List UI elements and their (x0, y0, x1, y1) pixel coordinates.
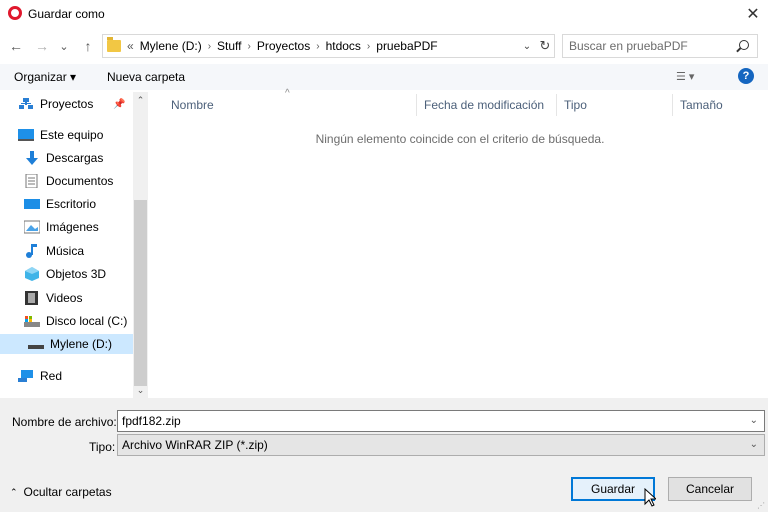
sidebar-item-disco-local[interactable]: Disco local (C:) (24, 311, 127, 331)
column-divider[interactable] (556, 94, 557, 116)
up-arrow-icon: ↑ (84, 38, 92, 54)
view-options-icon[interactable]: ☰ ▾ (676, 70, 694, 83)
network-folder-icon (18, 97, 34, 111)
objects3d-icon (24, 267, 40, 281)
sidebar-item-label: Escritorio (46, 197, 97, 211)
scroll-down-icon[interactable]: ⌄ (133, 385, 148, 396)
sidebar-item-label: Música (46, 244, 85, 258)
file-type-select[interactable]: Archivo WinRAR ZIP (*.zip) ⌄ (117, 434, 765, 456)
scroll-up-icon[interactable]: ⌃ (133, 95, 148, 106)
file-type-value: Archivo WinRAR ZIP (*.zip) (122, 438, 268, 452)
filename-input[interactable] (118, 414, 718, 428)
downloads-icon (24, 151, 40, 165)
chevron-right-icon: › (207, 40, 212, 52)
chevron-up-icon: ⌃ (10, 486, 18, 497)
hide-folders-label: Ocultar carpetas (23, 485, 112, 499)
empty-message: Ningún elemento coincide con el criterio… (315, 132, 605, 146)
column-tamano[interactable]: Tamaño (680, 96, 723, 114)
chevron-down-icon[interactable]: ⌄ (750, 439, 758, 450)
back-button[interactable]: ← (6, 36, 26, 56)
hide-folders-toggle[interactable]: ⌃ Ocultar carpetas (10, 485, 112, 499)
sidebar-item-label: Disco local (C:) (46, 314, 128, 328)
drive-icon (28, 337, 44, 351)
chevron-right-icon: › (316, 40, 320, 52)
sidebar-item-label: Objetos 3D (46, 267, 107, 281)
column-divider[interactable] (672, 94, 673, 116)
sidebar-item-imagenes[interactable]: Imágenes (23, 217, 99, 237)
sidebar-item-musica[interactable]: Música (24, 241, 84, 261)
network-icon (18, 369, 34, 383)
breadcrumb-proyectos[interactable]: Proyectos (257, 39, 310, 53)
refresh-icon[interactable]: ↻ (536, 38, 554, 54)
filename-field[interactable]: ⌄ (117, 410, 765, 432)
breadcrumb-overflow[interactable]: « (127, 39, 134, 53)
sidebar-item-label: Videos (46, 291, 83, 305)
breadcrumb-drive[interactable]: Mylene (D:) (140, 39, 202, 53)
local-disk-icon (24, 314, 40, 328)
sidebar-item-documentos[interactable]: Documentos (24, 171, 113, 191)
sidebar-item-red[interactable]: Red (18, 366, 62, 386)
new-folder-button[interactable]: Nueva carpeta (107, 70, 185, 84)
chevron-right-icon: › (366, 40, 371, 52)
sort-up-icon: ^ (285, 88, 290, 99)
search-icon[interactable] (739, 40, 749, 50)
chevron-right-icon: › (247, 40, 251, 52)
opera-icon (8, 6, 22, 20)
address-controls: ⌄ ↻ (518, 35, 554, 57)
organize-button[interactable]: Organizar ▾ (14, 70, 76, 84)
recent-locations-button[interactable]: ⌄ (56, 36, 72, 56)
close-icon: ✕ (746, 6, 760, 23)
address-bar[interactable]: « Mylene (D:) › Stuff › Proyectos › htdo… (102, 34, 555, 58)
address-dropdown-icon[interactable]: ⌄ (518, 41, 536, 52)
type-label: Tipo: (89, 440, 116, 454)
help-icon[interactable]: ? (738, 68, 754, 84)
column-divider[interactable] (416, 94, 417, 116)
computer-icon (18, 128, 34, 142)
folder-icon (107, 37, 121, 52)
chevron-down-icon[interactable]: ⌄ (750, 415, 758, 426)
column-fecha[interactable]: Fecha de modificación (424, 96, 544, 114)
chevron-down-icon: ⌄ (59, 40, 69, 53)
close-button[interactable]: ✕ (738, 0, 768, 28)
sidebar-item-label: Descargas (46, 151, 104, 165)
sidebar-item-proyectos[interactable]: Proyectos 📌 (18, 94, 126, 114)
sidebar-item-label: Mylene (D:) (50, 337, 113, 351)
column-tipo[interactable]: Tipo (564, 96, 587, 114)
mouse-cursor-icon (644, 488, 656, 507)
sidebar-scroll-thumb[interactable] (134, 200, 147, 386)
pin-icon: 📌 (113, 98, 126, 110)
sidebar-item-escritorio[interactable]: Escritorio (24, 194, 96, 214)
music-icon (24, 244, 40, 258)
desktop-icon (24, 197, 40, 211)
breadcrumb-stuff[interactable]: Stuff (217, 39, 241, 53)
filename-label: Nombre de archivo: (12, 415, 117, 429)
column-nombre[interactable]: Nombre (171, 96, 214, 114)
sidebar-item-videos[interactable]: Videos (24, 288, 82, 308)
resize-grip-icon[interactable]: ⋰ (757, 501, 765, 510)
cancel-button[interactable]: Cancelar (668, 477, 752, 501)
title-bar (0, 0, 768, 28)
window-title: Guardar como (28, 7, 105, 21)
sidebar-item-mylene[interactable]: Mylene (D:) (0, 334, 133, 354)
sidebar-item-objetos-3d[interactable]: Objetos 3D (24, 264, 106, 284)
sidebar-item-descargas[interactable]: Descargas (24, 148, 103, 168)
sidebar-item-label: Documentos (46, 174, 114, 188)
forward-button[interactable]: → (32, 36, 52, 56)
pictures-icon (23, 220, 41, 234)
search-input[interactable] (563, 39, 723, 53)
breadcrumb-pruebapdf[interactable]: pruebaPDF (376, 39, 437, 53)
sidebar-item-este-equipo[interactable]: Este equipo (18, 125, 103, 145)
back-arrow-icon: ← (9, 38, 23, 54)
search-box[interactable] (562, 34, 758, 58)
sidebar-item-label: Imágenes (46, 220, 99, 234)
sidebar-item-label: Red (40, 369, 63, 383)
forward-arrow-icon: → (35, 38, 49, 54)
videos-icon (24, 291, 40, 305)
documents-icon (24, 173, 40, 189)
sidebar-item-label: Este equipo (40, 128, 104, 142)
save-button[interactable]: Guardar (571, 477, 655, 501)
sidebar-item-label: Proyectos (40, 97, 94, 111)
up-button[interactable]: ↑ (78, 36, 98, 56)
breadcrumb-htdocs[interactable]: htdocs (326, 39, 361, 53)
